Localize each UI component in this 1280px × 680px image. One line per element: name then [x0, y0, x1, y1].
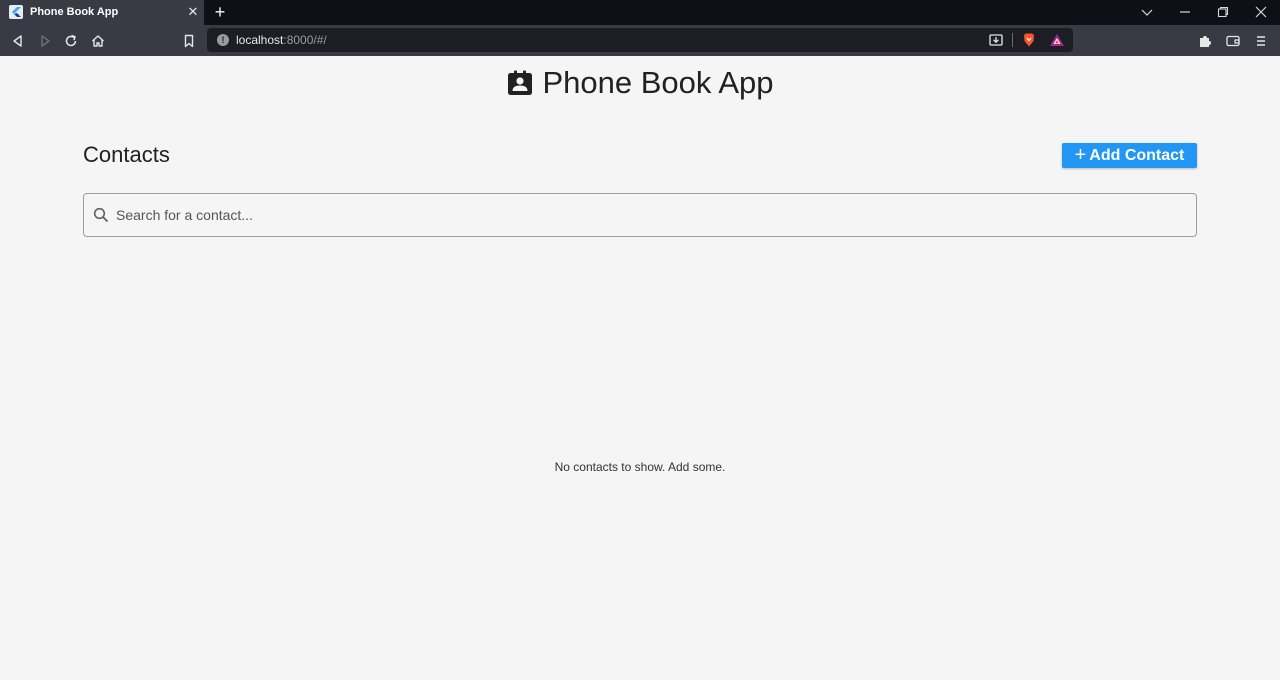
flutter-favicon-icon: [9, 5, 23, 19]
new-tab-icon[interactable]: +: [212, 2, 228, 22]
browser-toolbar: ! localhost:8000/#/: [0, 25, 1280, 56]
minimize-icon[interactable]: [1175, 3, 1195, 21]
url-host: localhost: [236, 33, 284, 47]
tab-search-chevron-icon[interactable]: [1137, 3, 1157, 21]
add-contact-button[interactable]: + Add Contact: [1062, 143, 1197, 168]
browser-tab[interactable]: Phone Book App ✕: [0, 0, 204, 25]
empty-state-message: No contacts to show. Add some.: [554, 460, 726, 474]
brave-rewards-icon[interactable]: [1049, 32, 1065, 48]
tab-title: Phone Book App: [30, 6, 119, 18]
plus-icon: +: [1074, 143, 1087, 166]
app-header: Phone Book App: [0, 62, 1280, 104]
wallet-icon[interactable]: [1224, 32, 1242, 50]
bookmark-icon[interactable]: [180, 32, 198, 50]
address-url[interactable]: localhost:8000/#/: [236, 33, 327, 47]
restore-icon[interactable]: [1213, 3, 1233, 21]
app-title: Phone Book App: [542, 65, 774, 100]
search-input[interactable]: [116, 204, 1186, 226]
browser-tabstrip: Phone Book App ✕ +: [0, 0, 1280, 25]
extensions-icon[interactable]: [1196, 32, 1214, 50]
contact-card-icon: [507, 70, 533, 96]
install-app-icon[interactable]: [988, 32, 1004, 48]
contacts-heading: Contacts: [83, 142, 170, 167]
reload-icon[interactable]: [62, 32, 80, 50]
add-contact-label: Add Contact: [1089, 146, 1185, 164]
search-field[interactable]: [83, 193, 1197, 237]
search-icon: [93, 207, 109, 223]
home-icon[interactable]: [89, 32, 107, 50]
back-icon[interactable]: [9, 32, 27, 50]
close-window-icon[interactable]: [1251, 3, 1271, 21]
address-bar[interactable]: ! localhost:8000/#/: [207, 28, 1073, 52]
menu-icon[interactable]: [1252, 32, 1270, 50]
omnibox-divider: [1012, 33, 1013, 47]
tab-close-icon[interactable]: ✕: [186, 3, 200, 21]
brave-shields-icon[interactable]: [1021, 32, 1037, 48]
url-rest: :8000/#/: [283, 33, 327, 47]
site-info-icon[interactable]: !: [217, 34, 229, 46]
forward-icon[interactable]: [36, 32, 54, 50]
